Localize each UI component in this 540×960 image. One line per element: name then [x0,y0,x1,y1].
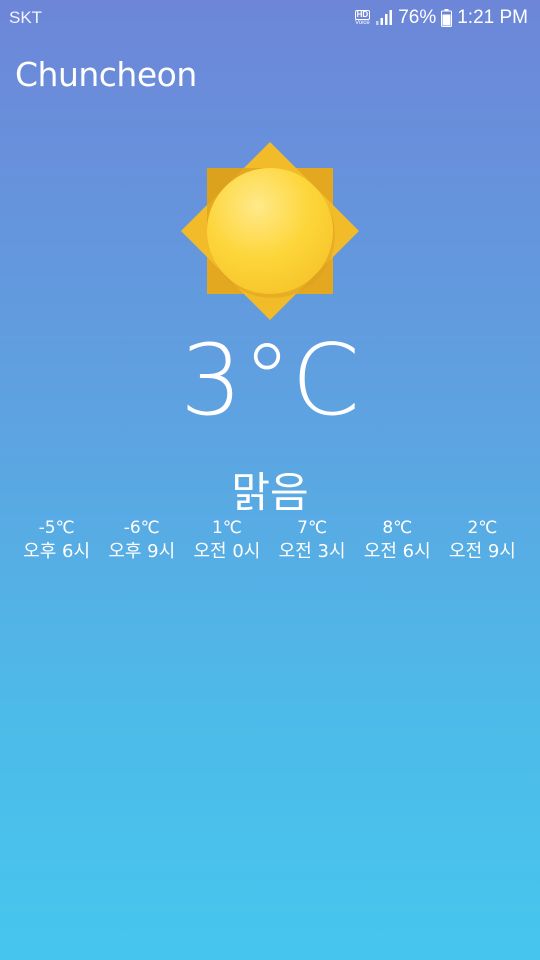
current-temperature: 3°C [180,324,360,438]
forecast-time: 오전 3시 [278,541,346,562]
battery-icon [441,9,453,27]
clock: 1:21 PM [457,7,528,28]
sun-icon [180,141,360,321]
forecast-time: 오전 6시 [363,541,431,562]
forecast-time: 오후 9시 [108,541,176,562]
forecast-item: 8℃ 오전 6시 [355,517,440,565]
forecast-temp: 2℃ [467,518,498,538]
signal-icon [375,10,393,26]
forecast-item: -5℃ 오후 6시 [14,517,99,565]
forecast-temp: -6℃ [123,518,160,538]
hd-label: HD [354,10,371,20]
forecast-item: 2℃ 오전 9시 [440,517,525,565]
city-name[interactable]: Chuncheon [15,55,197,94]
status-icons: HD Voice 76% 1:21 PM [354,6,528,30]
forecast-temp: 8℃ [382,518,413,538]
forecast-item: 1℃ 오전 0시 [184,517,269,565]
carrier-label: SKT [9,8,43,27]
voice-label: Voice [355,20,370,26]
forecast-item: 7℃ 오전 3시 [270,517,355,565]
forecast-time: 오전 0시 [193,541,261,562]
weather-condition: 맑음 [231,468,309,517]
forecast-temp: -5℃ [38,518,75,538]
battery-percent: 76% [398,7,437,28]
forecast-temp: 1℃ [211,518,242,538]
status-bar: SKT HD Voice 76% 1:21 PM [0,0,540,36]
forecast-item: -6℃ 오후 9시 [99,517,184,565]
hourly-forecast: -5℃ 오후 6시 -6℃ 오후 9시 1℃ 오전 0시 7℃ 오전 3시 8℃… [14,517,525,565]
forecast-time: 오전 9시 [449,541,516,562]
hd-voice-icon: HD Voice [354,10,371,26]
forecast-time: 오후 6시 [23,541,91,562]
forecast-temp: 7℃ [297,518,328,538]
